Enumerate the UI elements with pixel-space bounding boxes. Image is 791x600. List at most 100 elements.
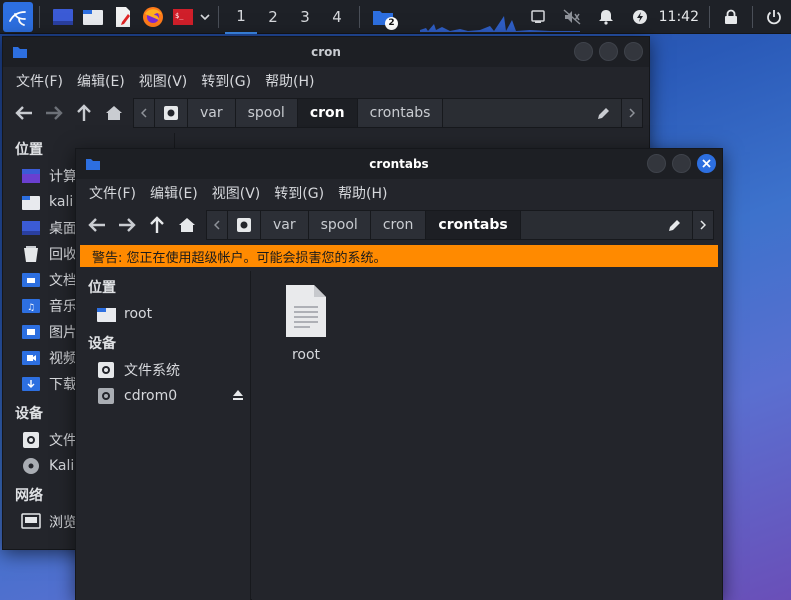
path-cron[interactable]: cron	[370, 211, 427, 239]
crontabs-window: crontabs 文件(F) 编辑(E) 视图(V) 转到(G) 帮助(H) v…	[75, 148, 723, 600]
path-bar: var spool cron crontabs	[206, 210, 714, 240]
up-arrow-icon[interactable]	[69, 98, 99, 128]
path-root-drive[interactable]	[155, 99, 188, 127]
file-item[interactable]: root	[266, 283, 346, 363]
sidebar: 位置 root 设备 文件系统 cdrom0	[76, 271, 251, 600]
path-scroll-left[interactable]	[207, 211, 228, 239]
forward-arrow-icon[interactable]	[112, 210, 142, 240]
menu-view[interactable]: 视图(V)	[132, 71, 195, 91]
network-icon[interactable]	[521, 0, 555, 34]
crontabs-titlebar[interactable]: crontabs	[76, 149, 722, 179]
minimize-button[interactable]	[574, 42, 593, 61]
minimize-button[interactable]	[647, 154, 666, 173]
svg-text:$_: $_	[175, 12, 184, 20]
downloads-folder-icon	[21, 374, 41, 394]
maximize-button[interactable]	[672, 154, 691, 173]
path-edit[interactable]	[443, 99, 622, 127]
path-crontabs[interactable]: crontabs	[426, 211, 521, 239]
file-manager-icon[interactable]	[80, 4, 106, 30]
pencil-icon	[669, 220, 680, 231]
menu-edit[interactable]: 编辑(E)	[143, 183, 205, 203]
home-folder-icon	[21, 192, 41, 212]
workspace-4[interactable]: 4	[321, 0, 353, 34]
text-editor-icon[interactable]	[110, 4, 136, 30]
path-spool[interactable]: spool	[308, 211, 371, 239]
path-scroll-right[interactable]	[693, 211, 713, 239]
menu-view[interactable]: 视图(V)	[205, 183, 268, 203]
folder-icon	[13, 46, 27, 62]
menu-file[interactable]: 文件(F)	[9, 71, 70, 91]
path-edit[interactable]	[521, 211, 693, 239]
sidebar-devices-heading: 设备	[88, 336, 116, 352]
notification-bell-icon[interactable]	[589, 0, 623, 34]
power-manager-icon[interactable]	[623, 0, 657, 34]
clock[interactable]: 11:42	[657, 9, 705, 25]
logout-icon[interactable]	[757, 0, 791, 34]
trash-icon	[21, 244, 41, 264]
path-var[interactable]: var	[188, 99, 236, 127]
menu-help[interactable]: 帮助(H)	[331, 183, 394, 203]
pictures-folder-icon	[21, 322, 41, 342]
path-crontabs[interactable]: crontabs	[357, 99, 444, 127]
back-arrow-icon[interactable]	[82, 210, 112, 240]
system-tray: 11:42	[521, 0, 791, 34]
path-root-drive[interactable]	[228, 211, 261, 239]
desktop-icon	[21, 218, 41, 238]
back-arrow-icon[interactable]	[9, 98, 39, 128]
show-desktop-icon[interactable]	[50, 4, 76, 30]
folder-icon	[86, 158, 100, 174]
cron-titlebar[interactable]: cron	[3, 37, 649, 67]
toolbar: var spool cron crontabs	[3, 95, 649, 131]
terminal-icon[interactable]: $_	[170, 4, 196, 30]
up-arrow-icon[interactable]	[142, 210, 172, 240]
close-button[interactable]	[624, 42, 643, 61]
workspace-3[interactable]: 3	[289, 0, 321, 34]
path-scroll-right[interactable]	[622, 99, 642, 127]
path-cron[interactable]: cron	[297, 99, 358, 127]
close-icon	[702, 159, 711, 168]
disc-icon	[21, 456, 41, 476]
taskbar-folder-icon[interactable]: 2	[370, 4, 398, 30]
menu-help[interactable]: 帮助(H)	[258, 71, 321, 91]
documents-folder-icon	[21, 270, 41, 290]
eject-icon[interactable]	[232, 389, 244, 405]
menu-go[interactable]: 转到(G)	[194, 71, 258, 91]
path-var[interactable]: var	[261, 211, 309, 239]
menu-go[interactable]: 转到(G)	[267, 183, 331, 203]
lock-icon[interactable]	[714, 0, 748, 34]
menu-file[interactable]: 文件(F)	[82, 183, 143, 203]
volume-muted-icon[interactable]	[555, 0, 589, 34]
panel-separator	[709, 6, 710, 28]
menu-edit[interactable]: 编辑(E)	[70, 71, 132, 91]
close-button[interactable]	[697, 154, 716, 173]
music-folder-icon: ♫	[21, 296, 41, 316]
panel-separator	[359, 5, 360, 28]
sidebar-places-heading: 位置	[88, 280, 116, 296]
computer-icon	[21, 166, 41, 186]
root-warning-banner: 警告: 您正在使用超级帐户。可能会损害您的系统。	[80, 245, 718, 267]
home-icon[interactable]	[172, 210, 202, 240]
sidebar-item-cdrom0[interactable]: cdrom0	[76, 383, 250, 409]
path-spool[interactable]: spool	[235, 99, 298, 127]
sidebar-item-filesystem[interactable]: 文件系统	[76, 357, 250, 383]
home-icon[interactable]	[99, 98, 129, 128]
file-name: root	[291, 347, 321, 363]
forward-arrow-icon[interactable]	[39, 98, 69, 128]
path-scroll-left[interactable]	[134, 99, 155, 127]
firefox-icon[interactable]	[140, 4, 166, 30]
window-count-badge: 2	[385, 16, 398, 30]
window-title: crontabs	[369, 157, 429, 171]
toolbar: var spool cron crontabs	[76, 207, 722, 243]
chevron-down-icon[interactable]	[198, 4, 212, 30]
pencil-icon	[598, 108, 609, 119]
maximize-button[interactable]	[599, 42, 618, 61]
workspace-1[interactable]: 1	[225, 0, 257, 34]
home-folder-icon	[96, 304, 116, 324]
drive-icon	[96, 360, 116, 380]
kali-menu-icon[interactable]	[3, 1, 33, 32]
workspace-2[interactable]: 2	[257, 0, 289, 34]
panel-separator	[39, 5, 40, 28]
file-view: root	[252, 271, 722, 600]
sidebar-item-root[interactable]: root	[76, 301, 250, 327]
panel-separator	[218, 5, 219, 28]
